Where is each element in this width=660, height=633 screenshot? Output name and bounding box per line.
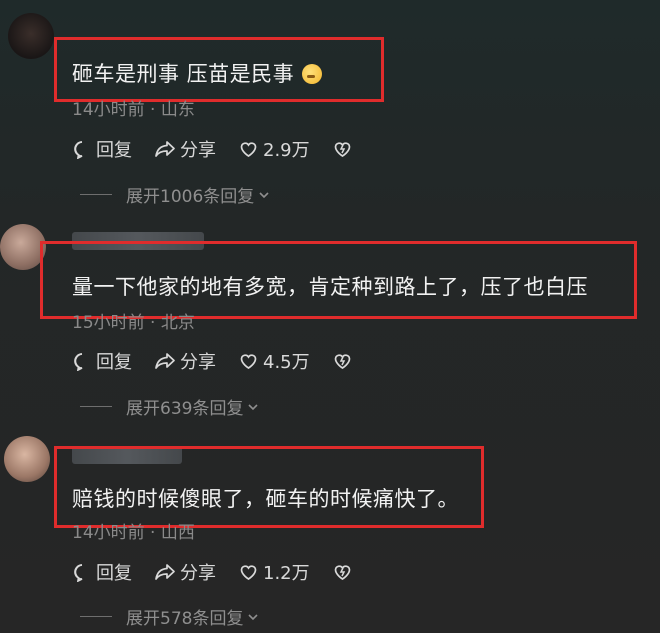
share-button[interactable]: 分享 <box>154 136 216 162</box>
expand-replies[interactable]: 展开578条回复 <box>80 604 260 629</box>
divider <box>80 406 112 407</box>
comment-meta: 15小时前 · 北京 <box>72 313 195 333</box>
like-icon <box>240 565 257 580</box>
comment-text: 赔钱的时候傻眼了，砸车的时候痛快了。 <box>72 487 459 511</box>
avatar[interactable] <box>4 436 50 482</box>
share-icon <box>155 564 175 580</box>
like-button[interactable]: 4.5万 <box>238 348 310 374</box>
like-icon <box>240 354 257 369</box>
reply-icon <box>74 141 83 159</box>
share-icon <box>155 353 175 369</box>
reply-button[interactable]: 回复 <box>72 348 132 374</box>
like-button[interactable]: 2.9万 <box>238 136 310 162</box>
comment-meta: 14小时前 · 山西 <box>72 523 195 543</box>
dislike-icon <box>334 142 350 157</box>
comment-meta: 14小时前 · 山东 <box>72 100 195 120</box>
like-button[interactable]: 1.2万 <box>238 559 310 585</box>
dislike-icon <box>334 565 350 580</box>
share-icon <box>155 141 175 157</box>
share-button[interactable]: 分享 <box>154 559 216 585</box>
dislike-button[interactable] <box>332 351 357 371</box>
comment-actions: 回复 分享 2.9万 <box>72 136 379 162</box>
dislike-button[interactable] <box>332 562 357 582</box>
avatar[interactable] <box>8 13 54 59</box>
chevron-down-icon <box>259 191 269 198</box>
reply-button[interactable]: 回复 <box>72 559 132 585</box>
emoji-icon <box>302 64 323 84</box>
dislike-button[interactable] <box>332 139 357 159</box>
divider <box>80 616 112 617</box>
comment-actions: 回复 分享 1.2万 <box>72 559 379 585</box>
reply-button[interactable]: 回复 <box>72 136 132 162</box>
comment-text: 量一下他家的地有多宽，肯定种到路上了，压了也白压 <box>72 275 588 299</box>
dislike-icon <box>334 354 350 369</box>
like-icon <box>240 142 257 157</box>
chevron-down-icon <box>248 403 259 410</box>
comment-actions: 回复 分享 4.5万 <box>72 348 379 374</box>
comment-text: 砸车是刑事 压苗是民事 <box>72 58 323 88</box>
divider <box>80 194 112 195</box>
expand-replies[interactable]: 展开1006条回复 <box>80 182 271 207</box>
reply-icon <box>74 353 83 371</box>
expand-replies[interactable]: 展开639条回复 <box>80 394 260 419</box>
chevron-down-icon <box>248 613 259 620</box>
reply-icon <box>74 564 83 582</box>
share-button[interactable]: 分享 <box>154 348 216 374</box>
